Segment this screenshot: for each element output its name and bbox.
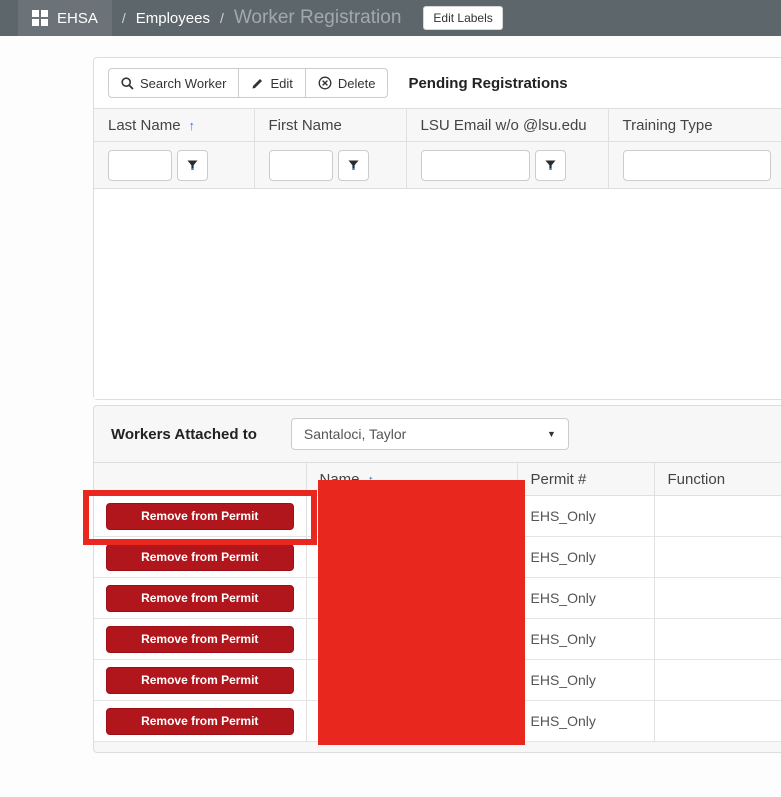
delete-button[interactable]: Delete [305,68,389,98]
lsu-email-filter-input[interactable] [421,150,530,181]
circle-x-icon [318,76,332,90]
remove-from-permit-button[interactable]: Remove from Permit [106,667,294,694]
function-cell [654,537,781,578]
first-name-filter-input[interactable] [269,150,333,181]
lsu-email-filter-button[interactable] [535,150,566,181]
pending-filter-row [94,142,781,189]
breadcrumb-worker-registration: Worker Registration [234,7,402,29]
column-header-actions [94,463,306,496]
search-icon [121,77,134,90]
search-worker-button[interactable]: Search Worker [108,68,239,98]
name-column-redaction-box [318,480,525,745]
breadcrumb-separator: / [122,10,126,26]
pending-toolbar-button-group: Search Worker Edit Delete [108,68,388,98]
last-name-filter-input[interactable] [108,150,172,181]
remove-from-permit-button[interactable]: Remove from Permit [106,708,294,735]
function-cell [654,619,781,660]
workers-attached-bar: Workers Attached to Santaloci, Taylor ▼ [94,406,781,462]
edit-button[interactable]: Edit [238,68,305,98]
permit-cell: EHS_Only [517,660,654,701]
edit-label: Edit [270,76,292,91]
pending-table-empty-body [94,189,781,399]
app-brand[interactable]: EHSA [18,0,112,36]
pending-toolbar: Search Worker Edit Delete Pending Regist… [94,58,781,108]
pending-header-row: Last Name↑ First Name LSU Email w/o @lsu… [94,109,781,142]
column-header-function[interactable]: Function [654,463,781,496]
remove-from-permit-button[interactable]: Remove from Permit [106,585,294,612]
training-type-filter-input[interactable] [623,150,771,181]
brand-label: EHSA [57,10,98,27]
pending-registrations-title: Pending Registrations [408,75,567,92]
search-worker-label: Search Worker [140,76,226,91]
column-header-first-name[interactable]: First Name [254,109,406,142]
last-name-filter-button[interactable] [177,150,208,181]
pencil-icon [251,77,264,90]
column-header-last-name[interactable]: Last Name↑ [94,109,254,142]
breadcrumb-employees[interactable]: Employees [136,10,210,27]
delete-label: Delete [338,76,376,91]
permit-cell: EHS_Only [517,496,654,537]
workers-attached-label: Workers Attached to [111,426,257,443]
remove-from-permit-button[interactable]: Remove from Permit [106,544,294,571]
pending-registrations-table: Last Name↑ First Name LSU Email w/o @lsu… [94,108,781,189]
column-header-lsu-email[interactable]: LSU Email w/o @lsu.edu [406,109,608,142]
remove-from-permit-button[interactable]: Remove from Permit [106,626,294,653]
funnel-icon [348,160,359,171]
column-header-permit[interactable]: Permit # [517,463,654,496]
top-navbar: EHSA / Employees / Worker Registration E… [0,0,781,36]
sort-asc-icon: ↑ [189,118,196,133]
grid-icon [32,10,49,27]
permit-cell: EHS_Only [517,537,654,578]
worker-select-value: Santaloci, Taylor [304,426,406,442]
function-cell [654,660,781,701]
caret-down-icon: ▼ [547,429,556,439]
pending-registrations-panel: Search Worker Edit Delete Pending Regist… [93,57,781,400]
funnel-icon [545,160,556,171]
remove-from-permit-button[interactable]: Remove from Permit [106,503,294,530]
worker-select-dropdown[interactable]: Santaloci, Taylor ▼ [291,418,569,450]
permit-cell: EHS_Only [517,578,654,619]
column-header-training-type[interactable]: Training Type [608,109,781,142]
permit-cell: EHS_Only [517,701,654,742]
permit-cell: EHS_Only [517,619,654,660]
function-cell [654,578,781,619]
function-cell [654,496,781,537]
edit-labels-button[interactable]: Edit Labels [423,6,502,30]
breadcrumb-separator: / [220,10,224,26]
funnel-icon [187,160,198,171]
function-cell [654,701,781,742]
first-name-filter-button[interactable] [338,150,369,181]
